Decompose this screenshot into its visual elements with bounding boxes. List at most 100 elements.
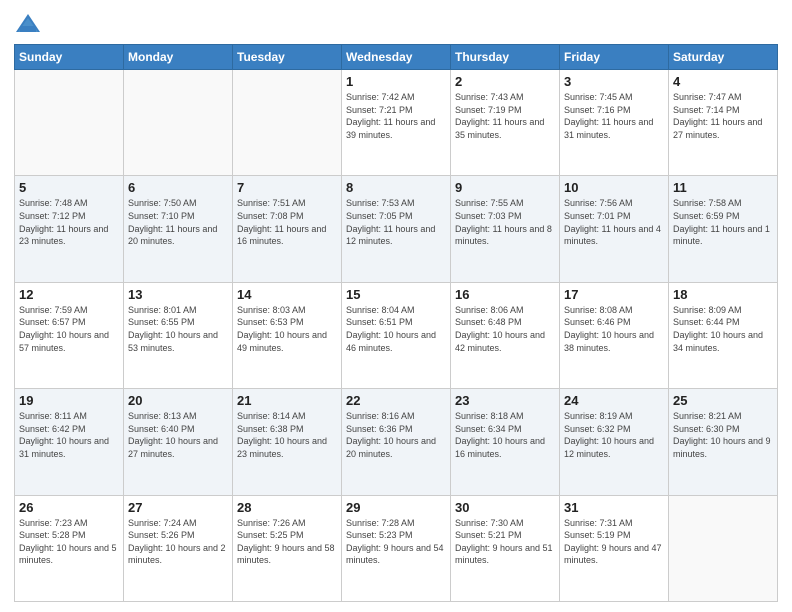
calendar-cell: 15 Sunrise: 8:04 AM Sunset: 6:51 PM Dayli… <box>342 282 451 388</box>
day-info: Sunrise: 7:30 AM Sunset: 5:21 PM Dayligh… <box>455 517 555 567</box>
day-number: 9 <box>455 180 555 195</box>
week-row-2: 5Sunrise: 7:48 AM Sunset: 7:12 PM Daylig… <box>15 176 778 282</box>
day-number: 12 <box>19 287 119 302</box>
day-number: 2 <box>455 74 555 89</box>
day-number: 17 <box>564 287 664 302</box>
header <box>14 10 778 38</box>
day-number: 4 <box>673 74 773 89</box>
day-number: 24 <box>564 393 664 408</box>
calendar-cell: 3 Sunrise: 7:45 AM Sunset: 7:16 PM Daylig… <box>560 70 669 176</box>
calendar-cell <box>669 495 778 601</box>
header-saturday: Saturday <box>669 45 778 70</box>
calendar-cell: 28 Sunrise: 7:26 AM Sunset: 5:25 PM Dayli… <box>233 495 342 601</box>
calendar-cell: 26 Sunrise: 7:23 AM Sunset: 5:28 PM Dayli… <box>15 495 124 601</box>
day-info: Sunrise: 8:16 AM Sunset: 6:36 PM Dayligh… <box>346 410 446 460</box>
calendar-cell: 10 Sunrise: 7:56 AM Sunset: 7:01 PM Dayli… <box>560 176 669 282</box>
header-thursday: Thursday <box>451 45 560 70</box>
calendar-cell: 19 Sunrise: 8:11 AM Sunset: 6:42 PM Dayli… <box>15 389 124 495</box>
calendar-cell: 2Sunrise: 7:43 AM Sunset: 7:19 PM Daylig… <box>451 70 560 176</box>
day-number: 10 <box>564 180 664 195</box>
day-number: 14 <box>237 287 337 302</box>
calendar-cell <box>15 70 124 176</box>
calendar-cell: 29 Sunrise: 7:28 AM Sunset: 5:23 PM Dayli… <box>342 495 451 601</box>
calendar-table: SundayMondayTuesdayWednesdayThursdayFrid… <box>14 44 778 602</box>
calendar-cell: 23 Sunrise: 8:18 AM Sunset: 6:34 PM Dayli… <box>451 389 560 495</box>
day-info: Sunrise: 7:28 AM Sunset: 5:23 PM Dayligh… <box>346 517 446 567</box>
day-info: Sunrise: 7:53 AM Sunset: 7:05 PM Dayligh… <box>346 197 446 247</box>
day-info: Sunrise: 7:51 AM Sunset: 7:08 PM Dayligh… <box>237 197 337 247</box>
day-info: Sunrise: 8:13 AM Sunset: 6:40 PM Dayligh… <box>128 410 228 460</box>
day-info: Sunrise: 8:06 AM Sunset: 6:48 PM Dayligh… <box>455 304 555 354</box>
calendar-cell: 31 Sunrise: 7:31 AM Sunset: 5:19 PM Dayli… <box>560 495 669 601</box>
day-info: Sunrise: 8:19 AM Sunset: 6:32 PM Dayligh… <box>564 410 664 460</box>
day-number: 26 <box>19 500 119 515</box>
calendar-cell: 24 Sunrise: 8:19 AM Sunset: 6:32 PM Dayli… <box>560 389 669 495</box>
calendar-cell: 7 Sunrise: 7:51 AM Sunset: 7:08 PM Daylig… <box>233 176 342 282</box>
day-info: Sunrise: 7:47 AM Sunset: 7:14 PM Dayligh… <box>673 91 773 141</box>
day-info: Sunrise: 7:59 AM Sunset: 6:57 PM Dayligh… <box>19 304 119 354</box>
day-info: Sunrise: 7:45 AM Sunset: 7:16 PM Dayligh… <box>564 91 664 141</box>
day-number: 18 <box>673 287 773 302</box>
day-number: 25 <box>673 393 773 408</box>
day-number: 15 <box>346 287 446 302</box>
day-info: Sunrise: 7:42 AM Sunset: 7:21 PM Dayligh… <box>346 91 446 141</box>
day-info: Sunrise: 7:31 AM Sunset: 5:19 PM Dayligh… <box>564 517 664 567</box>
day-number: 31 <box>564 500 664 515</box>
day-info: Sunrise: 8:14 AM Sunset: 6:38 PM Dayligh… <box>237 410 337 460</box>
day-number: 1 <box>346 74 446 89</box>
day-info: Sunrise: 8:09 AM Sunset: 6:44 PM Dayligh… <box>673 304 773 354</box>
day-info: Sunrise: 7:24 AM Sunset: 5:26 PM Dayligh… <box>128 517 228 567</box>
day-number: 3 <box>564 74 664 89</box>
day-info: Sunrise: 8:04 AM Sunset: 6:51 PM Dayligh… <box>346 304 446 354</box>
day-info: Sunrise: 8:21 AM Sunset: 6:30 PM Dayligh… <box>673 410 773 460</box>
day-info: Sunrise: 8:18 AM Sunset: 6:34 PM Dayligh… <box>455 410 555 460</box>
day-info: Sunrise: 7:58 AM Sunset: 6:59 PM Dayligh… <box>673 197 773 247</box>
logo-icon <box>14 10 42 38</box>
calendar-cell: 30 Sunrise: 7:30 AM Sunset: 5:21 PM Dayli… <box>451 495 560 601</box>
calendar-cell: 20 Sunrise: 8:13 AM Sunset: 6:40 PM Dayli… <box>124 389 233 495</box>
calendar-cell: 25 Sunrise: 8:21 AM Sunset: 6:30 PM Dayli… <box>669 389 778 495</box>
week-row-5: 26 Sunrise: 7:23 AM Sunset: 5:28 PM Dayli… <box>15 495 778 601</box>
calendar-cell: 27 Sunrise: 7:24 AM Sunset: 5:26 PM Dayli… <box>124 495 233 601</box>
day-info: Sunrise: 7:23 AM Sunset: 5:28 PM Dayligh… <box>19 517 119 567</box>
day-info: Sunrise: 8:08 AM Sunset: 6:46 PM Dayligh… <box>564 304 664 354</box>
calendar-cell: 9 Sunrise: 7:55 AM Sunset: 7:03 PM Daylig… <box>451 176 560 282</box>
week-row-3: 12 Sunrise: 7:59 AM Sunset: 6:57 PM Dayli… <box>15 282 778 388</box>
day-number: 8 <box>346 180 446 195</box>
header-wednesday: Wednesday <box>342 45 451 70</box>
day-number: 20 <box>128 393 228 408</box>
day-number: 27 <box>128 500 228 515</box>
calendar-cell <box>233 70 342 176</box>
header-monday: Monday <box>124 45 233 70</box>
calendar-cell: 12 Sunrise: 7:59 AM Sunset: 6:57 PM Dayli… <box>15 282 124 388</box>
day-number: 19 <box>19 393 119 408</box>
day-number: 28 <box>237 500 337 515</box>
logo <box>14 10 46 38</box>
day-info: Sunrise: 7:56 AM Sunset: 7:01 PM Dayligh… <box>564 197 664 247</box>
week-row-1: 1 Sunrise: 7:42 AM Sunset: 7:21 PM Daylig… <box>15 70 778 176</box>
day-info: Sunrise: 8:11 AM Sunset: 6:42 PM Dayligh… <box>19 410 119 460</box>
header-friday: Friday <box>560 45 669 70</box>
calendar-cell: 6Sunrise: 7:50 AM Sunset: 7:10 PM Daylig… <box>124 176 233 282</box>
header-sunday: Sunday <box>15 45 124 70</box>
day-info: Sunrise: 8:01 AM Sunset: 6:55 PM Dayligh… <box>128 304 228 354</box>
page: SundayMondayTuesdayWednesdayThursdayFrid… <box>0 0 792 612</box>
day-number: 13 <box>128 287 228 302</box>
calendar-cell: 1 Sunrise: 7:42 AM Sunset: 7:21 PM Daylig… <box>342 70 451 176</box>
week-row-4: 19 Sunrise: 8:11 AM Sunset: 6:42 PM Dayli… <box>15 389 778 495</box>
day-info: Sunrise: 7:26 AM Sunset: 5:25 PM Dayligh… <box>237 517 337 567</box>
day-number: 22 <box>346 393 446 408</box>
day-info: Sunrise: 7:55 AM Sunset: 7:03 PM Dayligh… <box>455 197 555 247</box>
calendar-cell: 18 Sunrise: 8:09 AM Sunset: 6:44 PM Dayli… <box>669 282 778 388</box>
day-number: 6 <box>128 180 228 195</box>
day-number: 7 <box>237 180 337 195</box>
day-number: 30 <box>455 500 555 515</box>
day-number: 21 <box>237 393 337 408</box>
calendar-cell: 16Sunrise: 8:06 AM Sunset: 6:48 PM Dayli… <box>451 282 560 388</box>
calendar-cell: 13 Sunrise: 8:01 AM Sunset: 6:55 PM Dayli… <box>124 282 233 388</box>
day-number: 5 <box>19 180 119 195</box>
day-number: 23 <box>455 393 555 408</box>
day-number: 29 <box>346 500 446 515</box>
calendar-cell: 14 Sunrise: 8:03 AM Sunset: 6:53 PM Dayli… <box>233 282 342 388</box>
day-info: Sunrise: 8:03 AM Sunset: 6:53 PM Dayligh… <box>237 304 337 354</box>
